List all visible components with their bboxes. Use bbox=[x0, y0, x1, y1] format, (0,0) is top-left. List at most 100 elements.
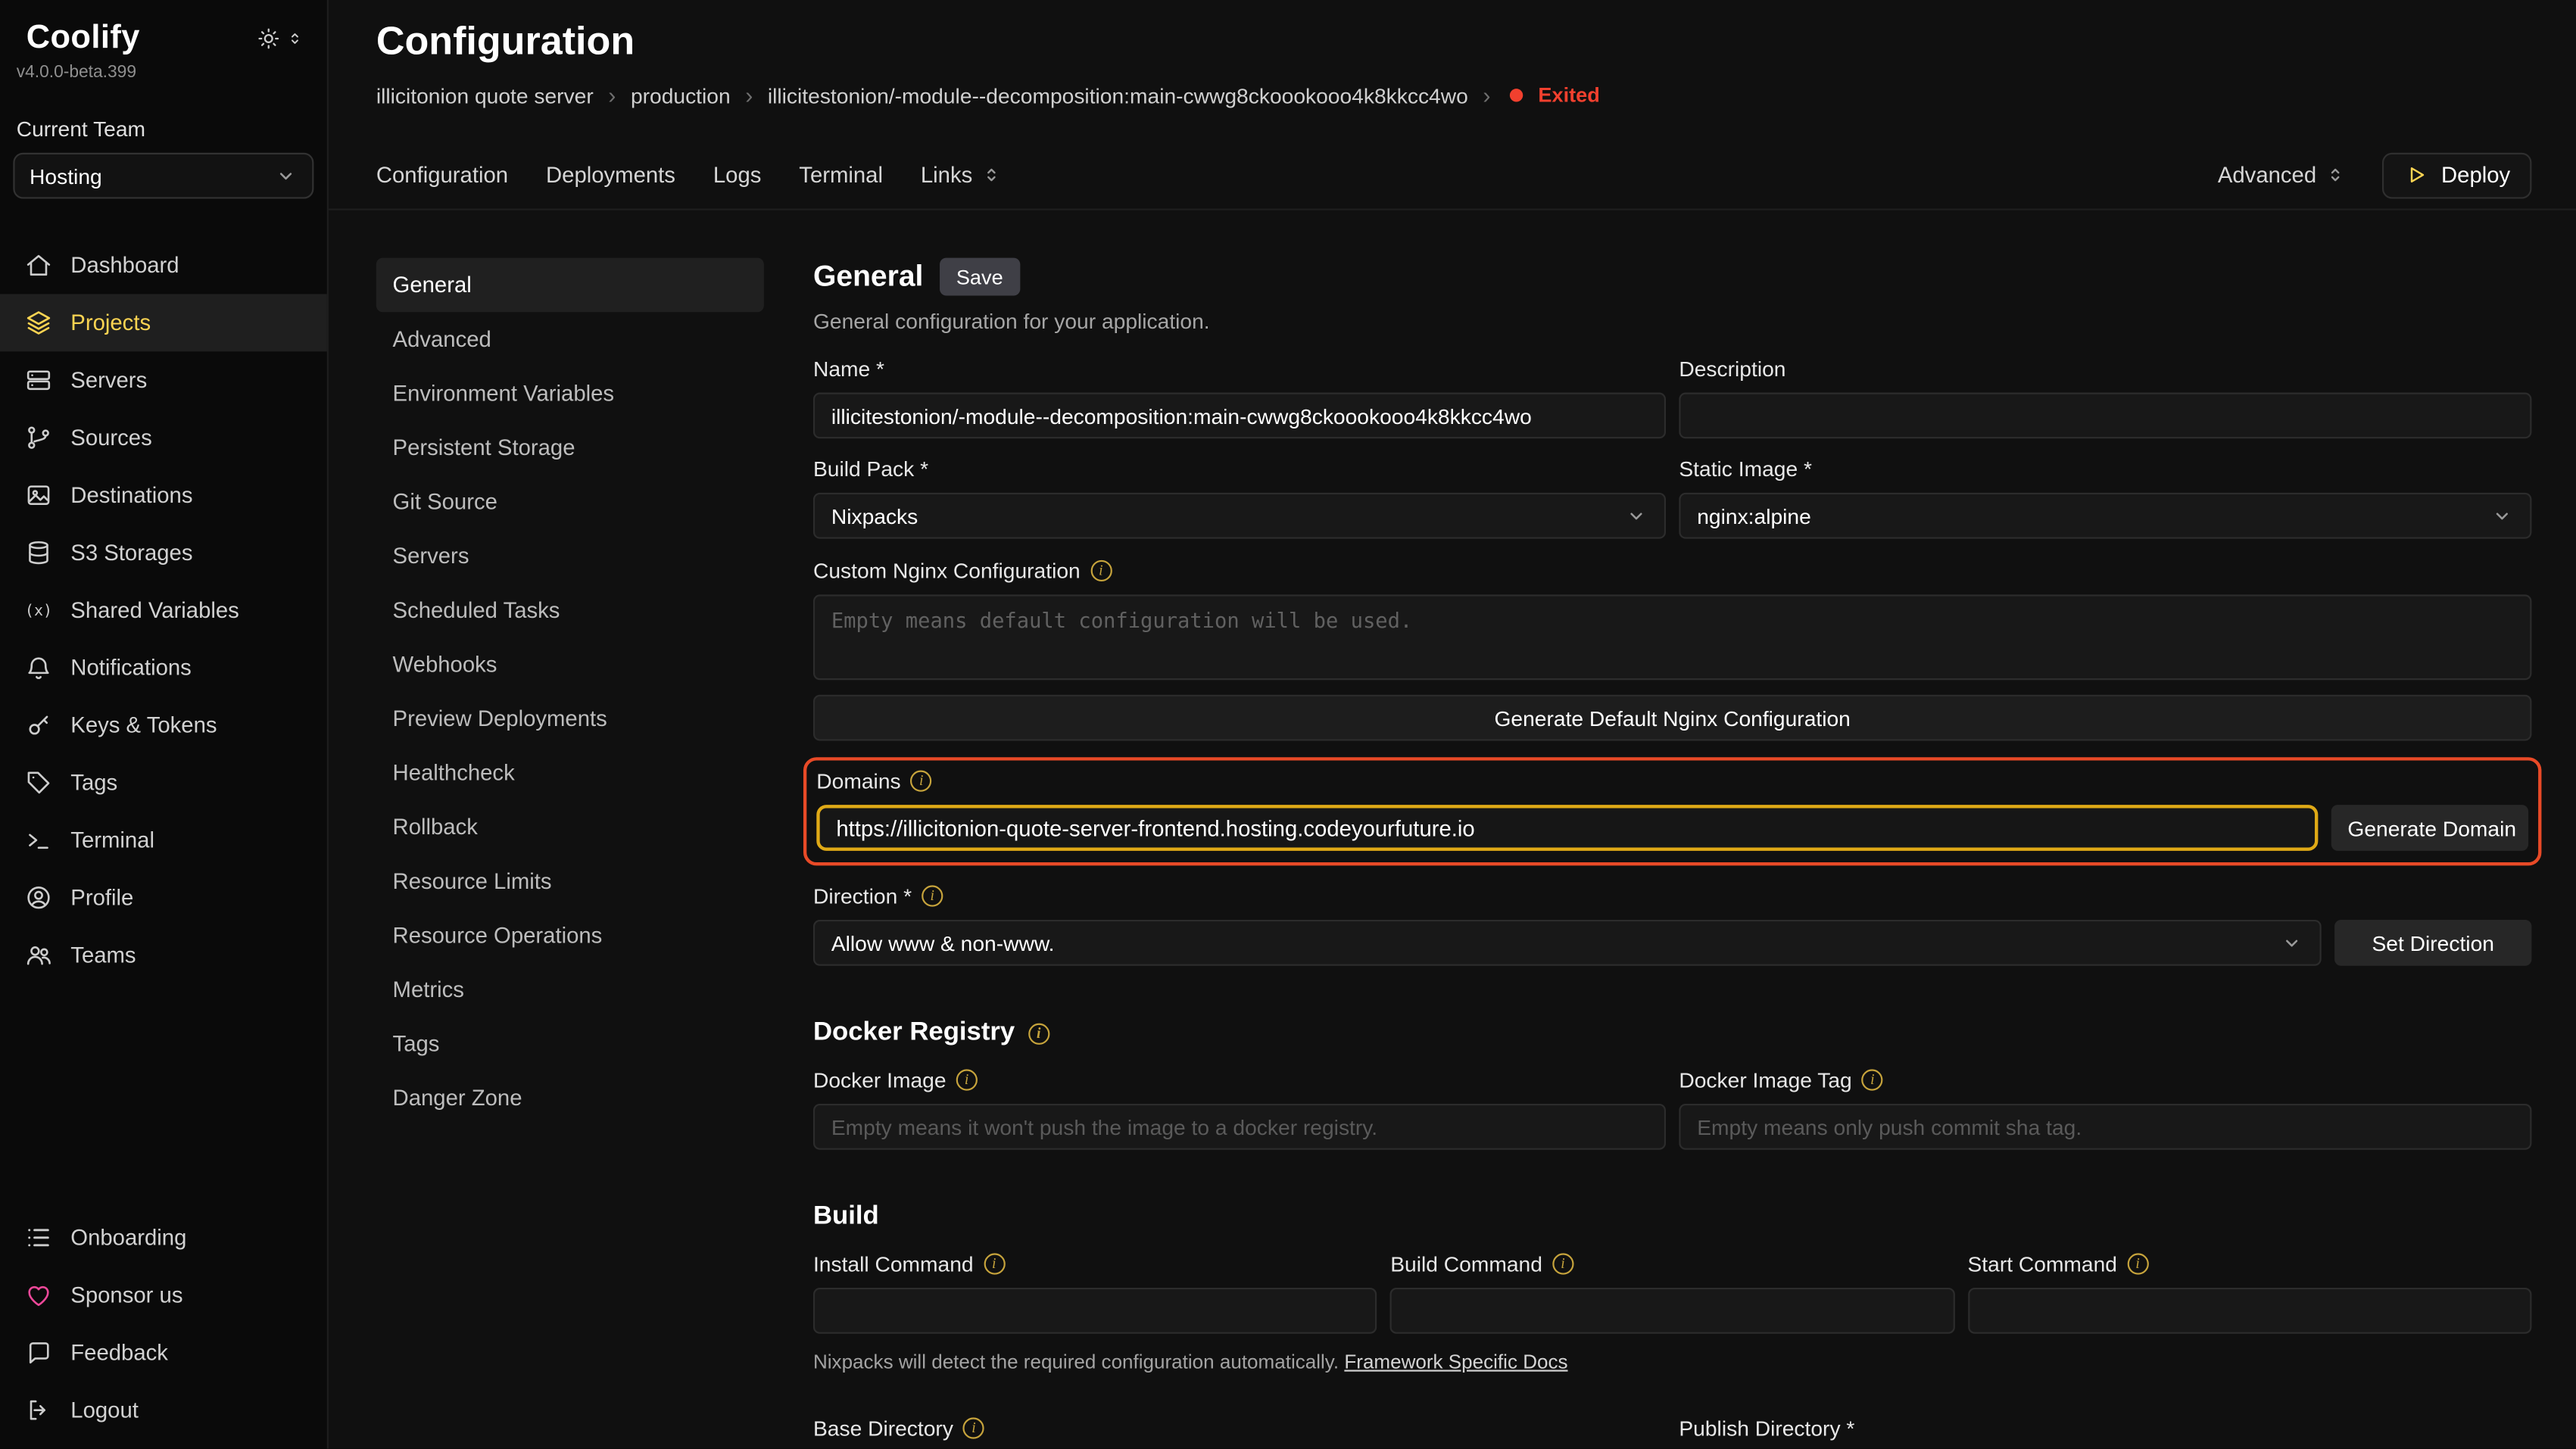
info-icon[interactable] bbox=[984, 1253, 1005, 1274]
sun-icon bbox=[254, 26, 282, 51]
advanced-dropdown[interactable]: Advanced bbox=[2218, 163, 2346, 188]
name-input[interactable] bbox=[813, 393, 1666, 439]
sidebar-item-tags[interactable]: Tags bbox=[0, 754, 327, 812]
sidebar-item-label: Sponsor us bbox=[70, 1282, 182, 1307]
git-branch-icon bbox=[25, 424, 53, 452]
install-command-label: Install Command bbox=[813, 1251, 974, 1276]
tab-links[interactable]: Links bbox=[921, 163, 1002, 188]
sidebar-nav: Dashboard Projects Servers Sources Desti… bbox=[0, 236, 327, 983]
breadcrumb-environment[interactable]: production bbox=[631, 83, 731, 108]
breadcrumb-project[interactable]: illicitonion quote server bbox=[376, 83, 594, 108]
sidebar-item-keys-tokens[interactable]: Keys & Tokens bbox=[0, 696, 327, 754]
install-command-input[interactable] bbox=[813, 1288, 1377, 1334]
key-icon bbox=[25, 711, 53, 739]
sidebar-item-teams[interactable]: Teams bbox=[0, 927, 327, 984]
sidebar-item-terminal[interactable]: Terminal bbox=[0, 812, 327, 869]
info-icon[interactable] bbox=[1028, 1023, 1049, 1044]
subnav-item-general[interactable]: General bbox=[376, 258, 764, 313]
image-frame-icon bbox=[25, 481, 53, 509]
save-button[interactable]: Save bbox=[940, 258, 1019, 296]
sidebar-item-sponsor-us[interactable]: Sponsor us bbox=[0, 1267, 327, 1324]
custom-nginx-textarea[interactable] bbox=[813, 594, 2531, 680]
docker-image-tag-input[interactable] bbox=[1679, 1104, 2531, 1150]
layers-icon bbox=[25, 309, 53, 337]
static-image-select[interactable]: nginx:alpine bbox=[1679, 493, 2531, 539]
subnav-item-tags[interactable]: Tags bbox=[376, 1017, 764, 1071]
sidebar-item-dashboard[interactable]: Dashboard bbox=[0, 236, 327, 294]
sidebar-item-feedback[interactable]: Feedback bbox=[0, 1324, 327, 1382]
subnav-item-scheduled-tasks[interactable]: Scheduled Tasks bbox=[376, 583, 764, 637]
tab-logs[interactable]: Logs bbox=[713, 163, 762, 188]
heart-icon bbox=[25, 1281, 53, 1309]
description-input[interactable] bbox=[1679, 393, 2531, 439]
subnav-item-preview-deployments[interactable]: Preview Deployments bbox=[376, 691, 764, 746]
subnav-item-danger-zone[interactable]: Danger Zone bbox=[376, 1071, 764, 1126]
theme-switcher[interactable] bbox=[254, 26, 304, 51]
subnav-item-resource-operations[interactable]: Resource Operations bbox=[376, 908, 764, 963]
subnav-item-git-source[interactable]: Git Source bbox=[376, 475, 764, 529]
section-title-build: Build bbox=[813, 1202, 879, 1232]
tab-deployments[interactable]: Deployments bbox=[546, 163, 675, 188]
generate-nginx-config-button[interactable]: Generate Default Nginx Configuration bbox=[813, 695, 2531, 741]
info-icon[interactable] bbox=[1552, 1253, 1573, 1274]
tab-configuration[interactable]: Configuration bbox=[376, 163, 508, 188]
info-icon[interactable] bbox=[1862, 1069, 1883, 1090]
docker-image-label: Docker Image bbox=[813, 1067, 947, 1092]
deploy-label: Deploy bbox=[2441, 163, 2510, 188]
team-select[interactable]: Hosting bbox=[13, 153, 313, 199]
sidebar-item-notifications[interactable]: Notifications bbox=[0, 639, 327, 696]
app-version: v4.0.0-beta.399 bbox=[0, 58, 327, 83]
subnav-item-webhooks[interactable]: Webhooks bbox=[376, 637, 764, 692]
chevron-right-icon bbox=[608, 82, 616, 108]
sidebar-item-projects[interactable]: Projects bbox=[0, 294, 327, 351]
subnav-item-advanced[interactable]: Advanced bbox=[376, 312, 764, 366]
info-icon[interactable] bbox=[1090, 560, 1112, 581]
info-icon[interactable] bbox=[2127, 1253, 2148, 1274]
sidebar-item-servers[interactable]: Servers bbox=[0, 351, 327, 409]
team-select-value: Hosting bbox=[30, 164, 102, 189]
subnav-item-metrics[interactable]: Metrics bbox=[376, 962, 764, 1017]
sidebar-item-label: Terminal bbox=[70, 827, 154, 852]
sidebar-item-label: Dashboard bbox=[70, 253, 179, 278]
subnav-item-healthcheck[interactable]: Healthcheck bbox=[376, 746, 764, 800]
coolify-app: Coolify v4.0.0-beta.399 Current Team Hos… bbox=[0, 0, 2576, 1449]
sidebar-item-destinations[interactable]: Destinations bbox=[0, 466, 327, 524]
generate-domain-button[interactable]: Generate Domain bbox=[2331, 805, 2528, 851]
framework-docs-link[interactable]: Framework Specific Docs bbox=[1344, 1350, 1567, 1373]
sidebar-item-profile[interactable]: Profile bbox=[0, 869, 327, 927]
tab-terminal[interactable]: Terminal bbox=[799, 163, 883, 188]
info-icon[interactable] bbox=[963, 1417, 984, 1438]
name-label: Name * bbox=[813, 357, 1666, 382]
sidebar-item-label: Servers bbox=[70, 368, 147, 393]
subnav-item-resource-limits[interactable]: Resource Limits bbox=[376, 854, 764, 908]
info-icon[interactable] bbox=[922, 885, 943, 906]
docker-image-input[interactable] bbox=[813, 1104, 1666, 1150]
sidebar-item-sources[interactable]: Sources bbox=[0, 409, 327, 466]
build-pack-select[interactable]: Nixpacks bbox=[813, 493, 1666, 539]
subnav-item-rollback[interactable]: Rollback bbox=[376, 800, 764, 855]
subnav-item-environment-variables[interactable]: Environment Variables bbox=[376, 366, 764, 421]
domains-input[interactable] bbox=[816, 805, 2318, 851]
subnav-item-persistent-storage[interactable]: Persistent Storage bbox=[376, 420, 764, 475]
sidebar-item-onboarding[interactable]: Onboarding bbox=[0, 1209, 327, 1267]
set-direction-button[interactable]: Set Direction bbox=[2334, 920, 2531, 966]
sidebar-item-label: Notifications bbox=[70, 656, 192, 681]
direction-select[interactable]: Allow www & non-www. bbox=[813, 920, 2322, 966]
deploy-button[interactable]: Deploy bbox=[2382, 152, 2532, 198]
app-logo[interactable]: Coolify bbox=[27, 20, 140, 58]
static-image-label: Static Image * bbox=[1679, 457, 2531, 481]
sidebar-item-logout[interactable]: Logout bbox=[0, 1382, 327, 1439]
breadcrumb-application[interactable]: illicitestonion/-module--decomposition:m… bbox=[768, 83, 1468, 108]
chevron-down-icon bbox=[274, 164, 297, 187]
chevron-down-icon bbox=[1625, 504, 1648, 527]
subnav-item-servers[interactable]: Servers bbox=[376, 529, 764, 584]
build-pack-label: Build Pack * bbox=[813, 457, 1666, 481]
tabbar: Configuration Deployments Logs Terminal … bbox=[329, 142, 2576, 210]
build-command-input[interactable] bbox=[1390, 1288, 1954, 1334]
sidebar-item-s3-storages[interactable]: S3 Storages bbox=[0, 524, 327, 581]
sidebar-item-shared-variables[interactable]: (x) Shared Variables bbox=[0, 581, 327, 639]
info-icon[interactable] bbox=[911, 771, 932, 792]
base-directory-label: Base Directory bbox=[813, 1416, 953, 1441]
info-icon[interactable] bbox=[956, 1069, 978, 1090]
start-command-input[interactable] bbox=[1967, 1288, 2531, 1334]
